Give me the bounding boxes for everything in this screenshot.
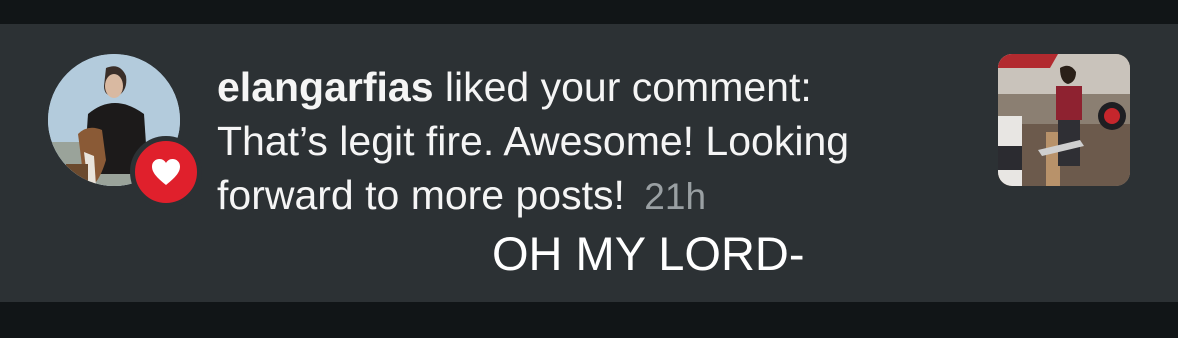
comment-text: That’s legit fire. Awesome! Looking forw… [217,118,850,218]
post-thumbnail[interactable] [998,54,1130,186]
overlay-caption: OH MY LORD- [492,227,805,280]
heart-icon [152,159,180,185]
timestamp: 21h [644,176,707,217]
top-dark-strip [0,0,1178,24]
username-link[interactable]: elangarfias [217,64,434,110]
notification-text: elangarfias liked your comment: That’s l… [217,60,977,224]
bottom-dark-strip [0,302,1178,338]
action-text: liked your comment: [433,64,812,110]
heart-badge [130,136,202,208]
